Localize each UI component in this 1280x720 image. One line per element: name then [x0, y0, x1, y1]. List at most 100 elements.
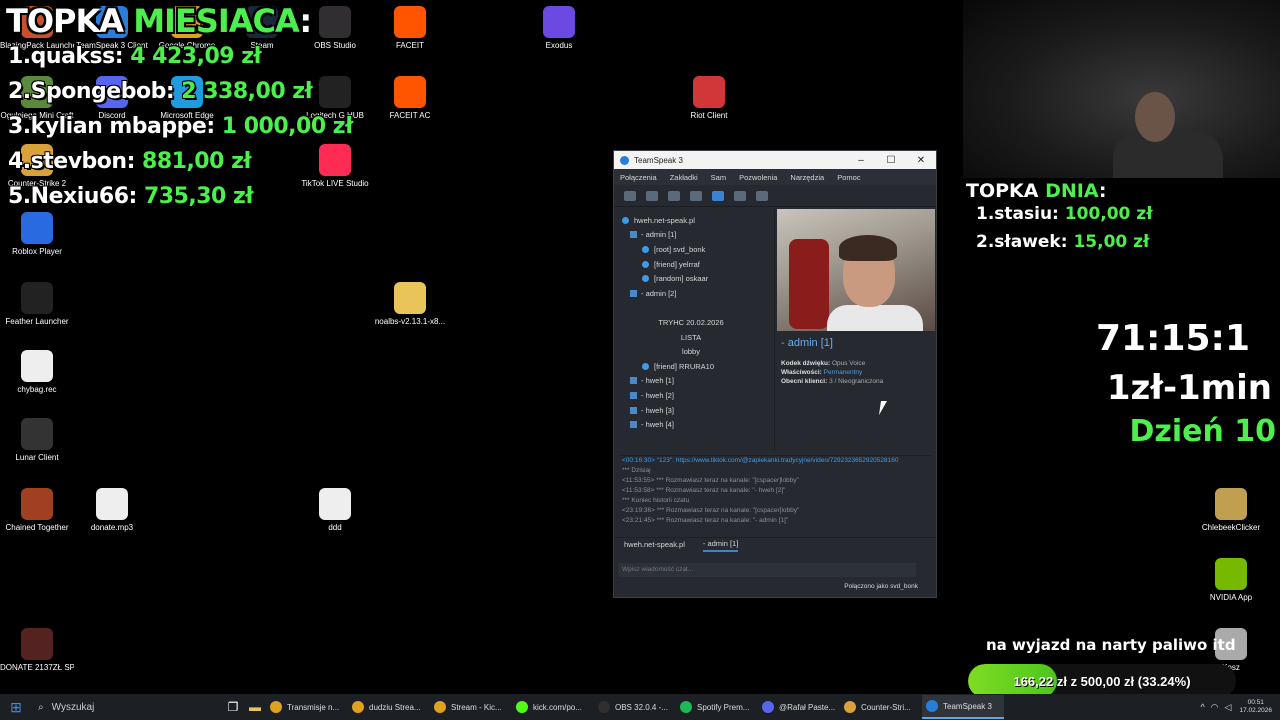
channel-item[interactable]: - admin [2]: [622, 286, 770, 301]
tab-channel[interactable]: - admin [1]: [702, 539, 739, 552]
file-explorer-icon[interactable]: ▬: [244, 696, 266, 718]
app-icon: [352, 701, 364, 713]
channel-item[interactable]: - hweh [3]: [622, 403, 770, 418]
menu-bar: Połączenia Zakładki Sam Pozwolenia Narzędzia…: [614, 169, 936, 185]
zip-folder-icon: [394, 282, 426, 314]
desktop-icon-lunar[interactable]: Lunar Client: [0, 418, 74, 463]
feather-icon: [21, 282, 53, 314]
desktop-icon-zip-folder[interactable]: noalbs-v2.13.1-x8...: [373, 282, 447, 327]
desktop-icon-clicker[interactable]: ChlebeekClicker: [1194, 488, 1268, 533]
tree-row[interactable]: LISTA: [622, 330, 770, 345]
clock[interactable]: 00:51 17.02.2026: [1239, 699, 1272, 715]
app-icon: [598, 701, 610, 713]
faceit-ac-icon: [394, 76, 426, 108]
window-titlebar[interactable]: TeamSpeak 3 – ☐ ✕: [614, 151, 936, 169]
taskbar-app[interactable]: Stream - Kic...: [430, 695, 512, 719]
desktop-icon-label: chybag.rec: [17, 385, 57, 394]
month-donor-row: 3.kylian mbappe: 1 000,00 zł: [8, 114, 353, 139]
bookmark-icon[interactable]: [646, 190, 658, 201]
channel-item[interactable]: - admin [1]: [622, 228, 770, 243]
client-status-icon: [642, 260, 649, 268]
channel-item[interactable]: - hweh [1]: [622, 374, 770, 389]
client-item[interactable]: [friend] RRURA10: [622, 359, 770, 374]
volume-icon[interactable]: ◁: [1225, 702, 1232, 713]
day-top-title: TOPKA DNIA:: [966, 180, 1107, 202]
tree-row[interactable]: lobby: [622, 344, 770, 359]
chat-line: <11:53:58> *** Rozmawiasz teraz na kanal…: [622, 487, 786, 494]
system-tray: ^ ◠ ◁ 00:51 17.02.2026: [1194, 699, 1280, 715]
search-box[interactable]: ⌕ Wyszukaj: [32, 696, 222, 718]
chat-line: *** Koniec historii czatu: [622, 497, 690, 504]
toolbar: [614, 185, 936, 207]
desktop-icon-feather[interactable]: Feather Launcher: [0, 282, 74, 327]
window-title: TeamSpeak 3: [634, 155, 683, 165]
chat-input[interactable]: Wpisz wiadomość czat...: [618, 563, 916, 577]
tree-row[interactable]: TRYHC 20.02.2026: [622, 315, 770, 330]
search-icon: ⌕: [38, 701, 44, 713]
wifi-icon[interactable]: ◠: [1211, 702, 1219, 713]
roblox-icon: [21, 212, 53, 244]
tray-chevron-icon[interactable]: ^: [1200, 702, 1204, 712]
desktop-icon-label: FACEIT AC: [389, 111, 431, 120]
taskbar-app[interactable]: dudziu Strea...: [348, 695, 430, 719]
client-status-icon: [642, 362, 649, 370]
teamspeak-window[interactable]: TeamSpeak 3 – ☐ ✕ Połączenia Zakładki Sam P…: [613, 150, 937, 598]
desktop-icon-audio-file[interactable]: donate.mp3: [75, 488, 149, 533]
riot-icon: [693, 76, 725, 108]
taskbar-app[interactable]: Spotify Prem...: [676, 695, 758, 719]
client-item[interactable]: [friend] yelrraf: [622, 257, 770, 272]
channel-item[interactable]: - hweh [2]: [622, 388, 770, 403]
tree-row: [622, 301, 770, 316]
desktop-icon-tiktok[interactable]: TikTok LIVE Studio: [298, 144, 372, 189]
task-view-icon[interactable]: ❐: [222, 696, 244, 718]
client-item[interactable]: [root] svd_bonk: [622, 242, 770, 257]
menu-item[interactable]: Pomoc: [837, 173, 860, 182]
taskbar-app[interactable]: @Rafał Paste...: [758, 695, 840, 719]
server-name: hweh.net-speak.pl: [634, 215, 695, 225]
desktop-icon-roblox[interactable]: Roblox Player: [0, 212, 74, 257]
taskbar-app[interactable]: TeamSpeak 3: [922, 695, 1004, 719]
taskbar-app[interactable]: Transmisje n...: [266, 695, 348, 719]
desktop-icon-exodus[interactable]: Exodus: [522, 6, 596, 51]
close-button[interactable]: ✕: [906, 155, 936, 166]
contacts-icon[interactable]: [734, 190, 746, 201]
chat-log[interactable]: <00:16:30> "123": https://www.tiktok.com…: [618, 455, 932, 533]
desktop-icon-label: Chained Together: [5, 523, 69, 532]
client-item[interactable]: [random] oskaar: [622, 271, 770, 286]
connection-status: Połączono jako svd_bonk: [844, 583, 918, 590]
channel-item[interactable]: - hweh [4]: [622, 417, 770, 432]
webcam-icon[interactable]: [712, 190, 724, 201]
desktop-icon-nvidia[interactable]: NVIDIA App: [1194, 558, 1268, 603]
menu-item[interactable]: Sam: [711, 173, 726, 182]
desktop-icon-file[interactable]: ddd: [298, 488, 372, 533]
server-item[interactable]: hweh.net-speak.pl: [622, 213, 770, 228]
taskbar-app[interactable]: Counter-Stri...: [840, 695, 922, 719]
speaker-icon[interactable]: [756, 190, 768, 201]
app-icon: [434, 701, 446, 713]
tab-server[interactable]: hweh.net-speak.pl: [624, 540, 685, 551]
menu-item[interactable]: Zakładki: [670, 173, 698, 182]
disconnect-icon[interactable]: [624, 190, 636, 201]
away-icon[interactable]: [668, 190, 680, 201]
month-donor-row: 4.stevbon: 881,00 zł: [8, 149, 252, 174]
desktop-icon-faceit-ac[interactable]: FACEIT AC: [373, 76, 447, 121]
menu-item[interactable]: Połączenia: [620, 173, 657, 182]
start-button[interactable]: ⊞: [0, 699, 32, 716]
taskbar-app[interactable]: OBS 32.0.4 -...: [594, 695, 676, 719]
minimize-button[interactable]: –: [846, 155, 876, 166]
desktop-icon-faceit[interactable]: FACEIT: [373, 6, 447, 51]
desktop-icon-riot[interactable]: Riot Client: [672, 76, 746, 121]
month-top-title: TOPKA MIESIACA:: [6, 2, 312, 40]
mute-microphone-icon[interactable]: [690, 190, 702, 201]
maximize-button[interactable]: ☐: [876, 155, 906, 166]
desktop-icon-video-file[interactable]: DONATE 2137ZŁ SPONGEBOB: [0, 628, 74, 673]
menu-item[interactable]: Pozwolenia: [739, 173, 777, 182]
desktop-icon-chained-together[interactable]: Chained Together: [0, 488, 74, 533]
desktop-icon-file[interactable]: chybag.rec: [0, 350, 74, 395]
menu-item[interactable]: Narzędzia: [790, 173, 824, 182]
taskbar-app[interactable]: kick.com/po...: [512, 695, 594, 719]
server-icon: [622, 216, 629, 224]
info-panel: - admin [1] Kodek dźwięku: Opus Voice Wł…: [774, 209, 936, 451]
donation-goal-bar: 166,22 zł z 500,00 zł (33.24%): [968, 664, 1236, 698]
donation-goal-title: na wyjazd na narty paliwo itd: [986, 636, 1236, 654]
